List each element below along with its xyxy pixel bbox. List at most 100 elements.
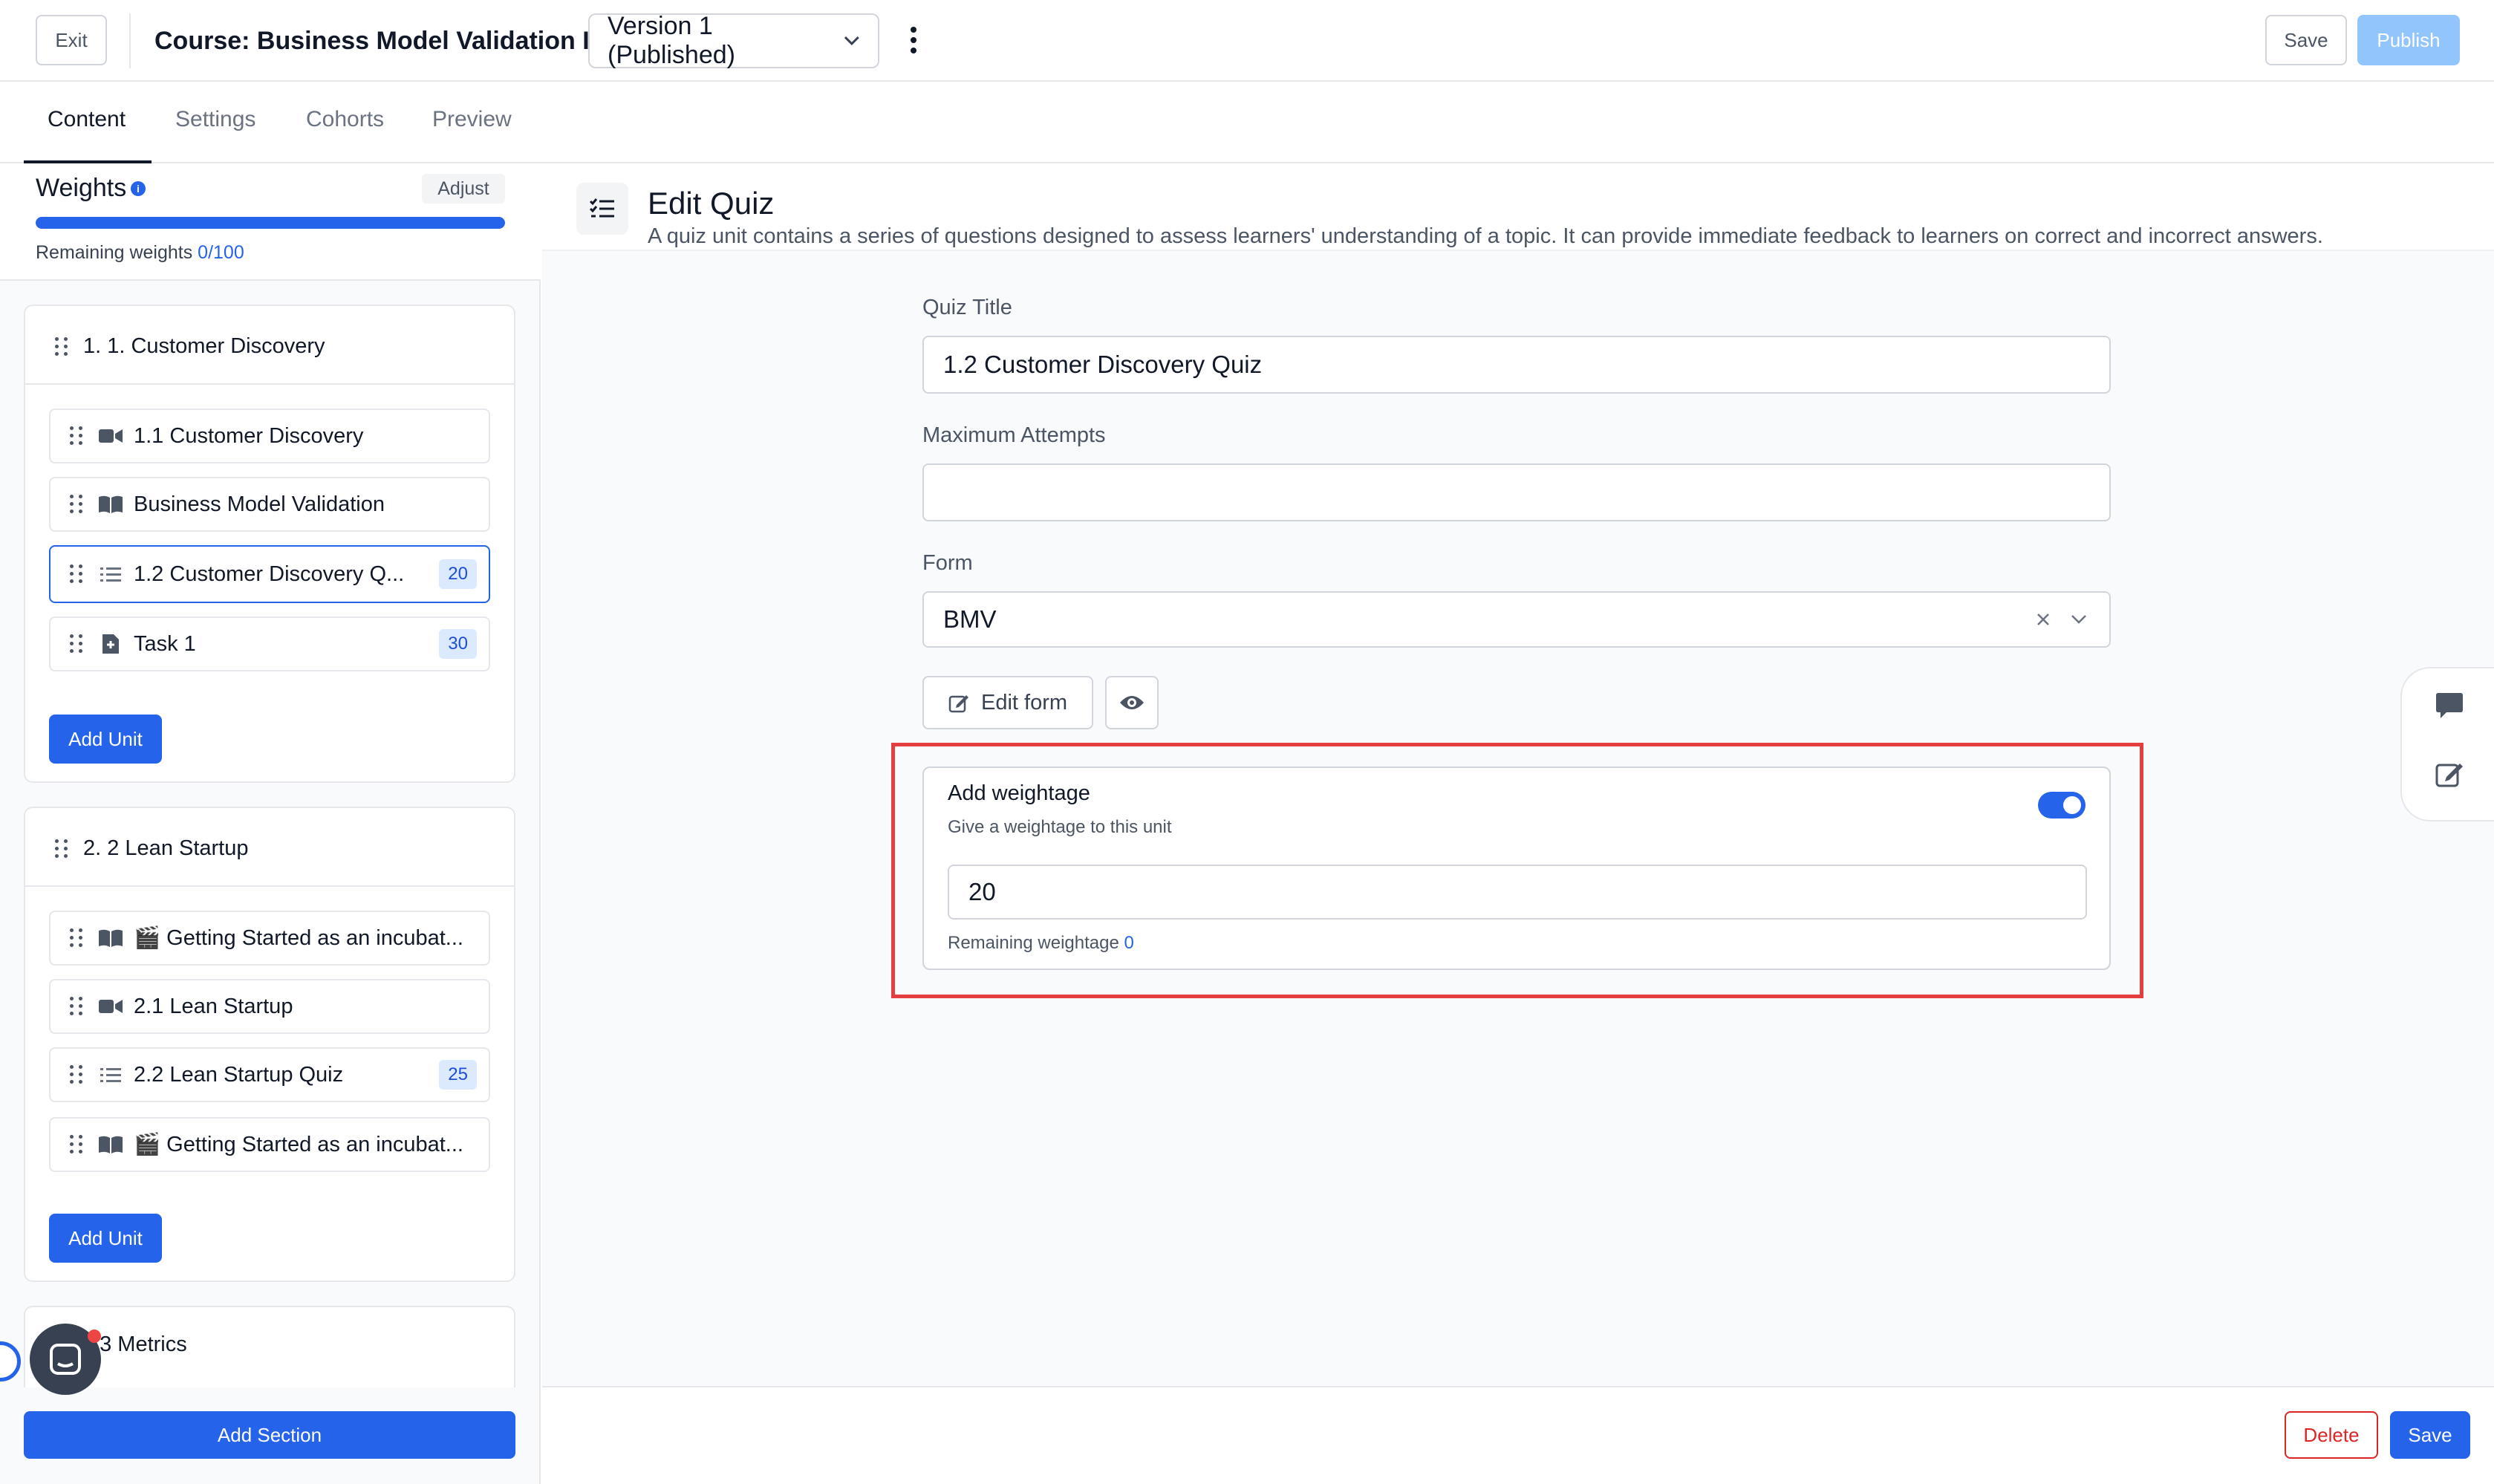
edit-form-button[interactable]: Edit form xyxy=(922,676,1093,729)
weightage-input[interactable]: 20 xyxy=(948,865,2087,920)
unit-label: Task 1 xyxy=(134,631,196,656)
page-description: A quiz unit contains a series of questio… xyxy=(648,224,2323,248)
list-item[interactable]: 2.1 Lean Startup xyxy=(49,979,490,1034)
eye-icon xyxy=(1120,696,1144,709)
list-item[interactable]: 1.1 Customer Discovery xyxy=(49,409,490,463)
list-item[interactable]: Task 1 30 xyxy=(49,616,490,671)
quiz-title-input[interactable]: 1.2 Customer Discovery Quiz xyxy=(922,336,2111,394)
remaining-weightage: Remaining weightage 0 xyxy=(948,933,1134,954)
chevron-down-icon[interactable] xyxy=(2071,614,2087,625)
section-header[interactable]: 2. 2 Lean Startup xyxy=(36,836,249,861)
preview-form-button[interactable] xyxy=(1105,676,1159,729)
book-icon xyxy=(98,493,123,515)
drag-handle-icon[interactable] xyxy=(70,1135,83,1154)
delete-button[interactable]: Delete xyxy=(2285,1411,2378,1459)
weightage-toggle[interactable] xyxy=(2038,792,2086,819)
remaining-weightage-label: Remaining weightage xyxy=(948,933,1119,953)
quiz-list-icon xyxy=(576,183,628,235)
unit-label: Business Model Validation xyxy=(134,492,385,516)
unit-label: 1.2 Customer Discovery Q... xyxy=(134,562,405,586)
drag-handle-icon[interactable] xyxy=(70,1065,83,1084)
exit-button[interactable]: Exit xyxy=(36,15,107,65)
list-item[interactable]: 2.2 Lean Startup Quiz 25 xyxy=(49,1047,490,1102)
form-select[interactable]: BMV xyxy=(922,591,2111,648)
editor-footer xyxy=(542,1386,2494,1484)
note-edit-icon[interactable] xyxy=(2435,759,2464,789)
tab-settings[interactable]: Settings xyxy=(175,107,255,132)
weight-badge: 20 xyxy=(439,559,477,589)
add-unit-button[interactable]: Add Unit xyxy=(49,715,162,764)
active-tab-indicator xyxy=(24,160,152,163)
list-item[interactable]: Business Model Validation xyxy=(49,477,490,532)
comment-icon[interactable] xyxy=(2433,691,2466,723)
notification-dot xyxy=(88,1330,101,1343)
remaining-weights: Remaining weights 0/100 xyxy=(36,242,244,264)
weightage-subtitle: Give a weightage to this unit xyxy=(948,817,1172,837)
info-icon[interactable]: i xyxy=(131,181,146,196)
save-button[interactable]: Save xyxy=(2390,1411,2470,1459)
section-title: 1. 1. Customer Discovery xyxy=(83,334,325,358)
drag-handle-icon[interactable] xyxy=(55,839,68,859)
clear-icon[interactable] xyxy=(2036,613,2050,626)
section-card xyxy=(24,305,515,783)
drag-handle-icon[interactable] xyxy=(70,928,83,948)
quiz-title-label: Quiz Title xyxy=(922,296,1012,319)
chat-icon xyxy=(50,1344,81,1375)
drag-handle-icon[interactable] xyxy=(70,997,83,1016)
section-header[interactable]: . 3 Metrics xyxy=(88,1332,187,1357)
tab-preview[interactable]: Preview xyxy=(432,107,512,132)
remaining-weights-value: 0/100 xyxy=(198,242,244,263)
weights-title: Weights xyxy=(36,174,127,202)
version-label: Version 1 (Published) xyxy=(608,12,735,69)
section-divider xyxy=(24,383,515,385)
unit-label: 🎬 Getting Started as an incubat... xyxy=(134,1133,463,1156)
section-card xyxy=(24,807,515,1282)
section-header[interactable]: 1. 1. Customer Discovery xyxy=(36,334,325,359)
add-unit-button[interactable]: Add Unit xyxy=(49,1214,162,1263)
tab-content[interactable]: Content xyxy=(48,107,126,132)
more-options-icon[interactable] xyxy=(903,22,924,59)
drag-handle-icon[interactable] xyxy=(70,564,83,584)
section-divider xyxy=(24,885,515,887)
drag-handle-icon[interactable] xyxy=(55,336,68,357)
toggle-knob xyxy=(2063,796,2081,814)
weights-progress-bar xyxy=(36,217,505,229)
video-icon xyxy=(98,995,123,1018)
drag-handle-icon[interactable] xyxy=(70,634,83,654)
book-icon xyxy=(98,927,123,949)
unit-label: 1.1 Customer Discovery xyxy=(134,423,364,448)
drag-handle-icon[interactable] xyxy=(70,495,83,514)
max-attempts-input[interactable] xyxy=(922,463,2111,521)
weightage-title: Add weightage xyxy=(948,781,1090,805)
weights-progress-fill xyxy=(36,217,505,229)
edit-form-label: Edit form xyxy=(980,690,1068,715)
course-title: Course: Business Model Validation I xyxy=(154,27,590,55)
remaining-weightage-value: 0 xyxy=(1124,933,1134,953)
form-label: Form xyxy=(922,551,973,575)
add-section-button[interactable]: Add Section xyxy=(24,1411,515,1459)
weight-badge: 30 xyxy=(439,629,477,659)
chevron-down-icon xyxy=(844,36,860,46)
unit-label: 2.1 Lean Startup xyxy=(134,994,293,1018)
video-icon xyxy=(98,425,123,447)
list-item[interactable]: 🎬 Getting Started as an incubat... xyxy=(49,911,490,966)
weight-badge: 25 xyxy=(439,1060,477,1090)
chat-launcher-button[interactable] xyxy=(30,1324,101,1395)
adjust-button[interactable]: Adjust xyxy=(422,174,505,204)
book-icon xyxy=(98,1133,123,1156)
header-save-button[interactable]: Save xyxy=(2265,15,2347,65)
list-item[interactable]: 🎬 Getting Started as an incubat... xyxy=(49,1117,490,1172)
version-select[interactable]: Version 1 (Published) xyxy=(588,12,879,69)
list-item-selected[interactable]: 1.2 Customer Discovery Q... 20 xyxy=(49,545,490,603)
section-title: 2. 2 Lean Startup xyxy=(83,836,249,860)
task-icon xyxy=(98,633,123,655)
list-icon xyxy=(98,1064,123,1086)
unit-label: 🎬 Getting Started as an incubat... xyxy=(134,926,463,950)
section-title: . 3 Metrics xyxy=(88,1332,187,1356)
tab-cohorts[interactable]: Cohorts xyxy=(306,107,384,132)
publish-button[interactable]: Publish xyxy=(2357,15,2460,65)
drag-handle-icon[interactable] xyxy=(70,426,83,446)
page-title: Edit Quiz xyxy=(648,186,775,221)
remaining-weights-label: Remaining weights xyxy=(36,242,193,263)
unit-label: 2.2 Lean Startup Quiz xyxy=(134,1062,344,1087)
